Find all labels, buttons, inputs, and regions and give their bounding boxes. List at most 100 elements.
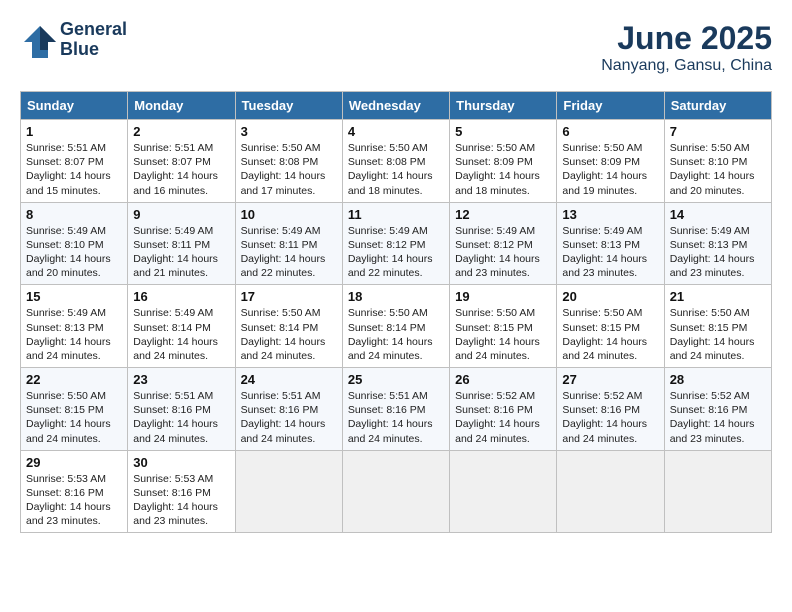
calendar-day: 23 Sunrise: 5:51 AMSunset: 8:16 PMDayligh…: [128, 368, 235, 451]
month-title: June 2025: [601, 20, 772, 57]
col-header-monday: Monday: [128, 92, 235, 120]
calendar-day: [450, 450, 557, 533]
calendar-day: 25Sunrise: 5:51 AMSunset: 8:16 PMDayligh…: [342, 368, 449, 451]
calendar-day: 6 Sunrise: 5:50 AMSunset: 8:09 PMDaylight…: [557, 120, 664, 203]
calendar-day: 29 Sunrise: 5:53 AMSunset: 8:16 PMDayligh…: [21, 450, 128, 533]
calendar-day: 17Sunrise: 5:50 AMSunset: 8:14 PMDayligh…: [235, 285, 342, 368]
calendar-day: 1Sunrise: 5:51 AMSunset: 8:07 PMDaylight…: [21, 120, 128, 203]
day-number: 9: [133, 207, 229, 222]
calendar-week-5: 29 Sunrise: 5:53 AMSunset: 8:16 PMDayligh…: [21, 450, 772, 533]
day-number: 29: [26, 455, 122, 470]
day-info: Sunrise: 5:51 AMSunset: 8:16 PMDaylight:…: [348, 389, 444, 446]
calendar-table: SundayMondayTuesdayWednesdayThursdayFrid…: [20, 91, 772, 533]
col-header-tuesday: Tuesday: [235, 92, 342, 120]
day-info: Sunrise: 5:51 AMSunset: 8:07 PMDaylight:…: [133, 141, 229, 198]
calendar-week-1: 1Sunrise: 5:51 AMSunset: 8:07 PMDaylight…: [21, 120, 772, 203]
day-info: Sunrise: 5:52 AMSunset: 8:16 PMDaylight:…: [670, 389, 766, 446]
calendar-day: 13 Sunrise: 5:49 AMSunset: 8:13 PMDayligh…: [557, 202, 664, 285]
day-number: 8: [26, 207, 122, 222]
page-header: General Blue June 2025 Nanyang, Gansu, C…: [20, 20, 772, 75]
day-number: 20: [562, 289, 658, 304]
calendar-day: 21 Sunrise: 5:50 AMSunset: 8:15 PMDayligh…: [664, 285, 771, 368]
day-info: Sunrise: 5:49 AMSunset: 8:14 PMDaylight:…: [133, 306, 229, 363]
day-info: Sunrise: 5:50 AMSunset: 8:09 PMDaylight:…: [455, 141, 551, 198]
day-number: 2: [133, 124, 229, 139]
day-info: Sunrise: 5:50 AMSunset: 8:08 PMDaylight:…: [348, 141, 444, 198]
calendar-week-4: 22Sunrise: 5:50 AMSunset: 8:15 PMDayligh…: [21, 368, 772, 451]
day-number: 3: [241, 124, 337, 139]
day-info: Sunrise: 5:50 AMSunset: 8:15 PMDaylight:…: [455, 306, 551, 363]
calendar-header-row: SundayMondayTuesdayWednesdayThursdayFrid…: [21, 92, 772, 120]
day-number: 30: [133, 455, 229, 470]
calendar-day: 30 Sunrise: 5:53 AMSunset: 8:16 PMDayligh…: [128, 450, 235, 533]
calendar-day: 22Sunrise: 5:50 AMSunset: 8:15 PMDayligh…: [21, 368, 128, 451]
day-info: Sunrise: 5:49 AMSunset: 8:13 PMDaylight:…: [562, 224, 658, 281]
day-info: Sunrise: 5:50 AMSunset: 8:14 PMDaylight:…: [348, 306, 444, 363]
calendar-day: [342, 450, 449, 533]
day-info: Sunrise: 5:53 AMSunset: 8:16 PMDaylight:…: [133, 472, 229, 529]
logo: General Blue: [20, 20, 127, 60]
col-header-friday: Friday: [557, 92, 664, 120]
col-header-wednesday: Wednesday: [342, 92, 449, 120]
day-number: 28: [670, 372, 766, 387]
calendar-day: 3 Sunrise: 5:50 AMSunset: 8:08 PMDaylight…: [235, 120, 342, 203]
day-info: Sunrise: 5:49 AMSunset: 8:11 PMDaylight:…: [133, 224, 229, 281]
calendar-day: 24 Sunrise: 5:51 AMSunset: 8:16 PMDayligh…: [235, 368, 342, 451]
day-info: Sunrise: 5:51 AMSunset: 8:16 PMDaylight:…: [241, 389, 337, 446]
day-number: 13: [562, 207, 658, 222]
calendar-day: 26 Sunrise: 5:52 AMSunset: 8:16 PMDayligh…: [450, 368, 557, 451]
calendar-day: 4Sunrise: 5:50 AMSunset: 8:08 PMDaylight…: [342, 120, 449, 203]
calendar-day: 7 Sunrise: 5:50 AMSunset: 8:10 PMDaylight…: [664, 120, 771, 203]
day-info: Sunrise: 5:49 AMSunset: 8:12 PMDaylight:…: [348, 224, 444, 281]
location-title: Nanyang, Gansu, China: [601, 57, 772, 75]
logo-icon: [20, 22, 56, 58]
day-info: Sunrise: 5:51 AMSunset: 8:07 PMDaylight:…: [26, 141, 122, 198]
calendar-week-3: 15 Sunrise: 5:49 AMSunset: 8:13 PMDayligh…: [21, 285, 772, 368]
calendar-week-2: 8 Sunrise: 5:49 AMSunset: 8:10 PMDaylight…: [21, 202, 772, 285]
calendar-day: 19 Sunrise: 5:50 AMSunset: 8:15 PMDayligh…: [450, 285, 557, 368]
day-number: 18: [348, 289, 444, 304]
calendar-day: 18 Sunrise: 5:50 AMSunset: 8:14 PMDayligh…: [342, 285, 449, 368]
calendar-day: 10Sunrise: 5:49 AMSunset: 8:11 PMDayligh…: [235, 202, 342, 285]
calendar-day: 20 Sunrise: 5:50 AMSunset: 8:15 PMDayligh…: [557, 285, 664, 368]
day-number: 26: [455, 372, 551, 387]
day-number: 14: [670, 207, 766, 222]
day-info: Sunrise: 5:50 AMSunset: 8:15 PMDaylight:…: [562, 306, 658, 363]
day-number: 21: [670, 289, 766, 304]
day-info: Sunrise: 5:52 AMSunset: 8:16 PMDaylight:…: [455, 389, 551, 446]
day-info: Sunrise: 5:53 AMSunset: 8:16 PMDaylight:…: [26, 472, 122, 529]
day-number: 27: [562, 372, 658, 387]
day-info: Sunrise: 5:49 AMSunset: 8:13 PMDaylight:…: [26, 306, 122, 363]
day-info: Sunrise: 5:50 AMSunset: 8:15 PMDaylight:…: [670, 306, 766, 363]
day-info: Sunrise: 5:50 AMSunset: 8:09 PMDaylight:…: [562, 141, 658, 198]
calendar-day: 15 Sunrise: 5:49 AMSunset: 8:13 PMDayligh…: [21, 285, 128, 368]
day-number: 5: [455, 124, 551, 139]
calendar-day: 2 Sunrise: 5:51 AMSunset: 8:07 PMDaylight…: [128, 120, 235, 203]
calendar-day: [557, 450, 664, 533]
calendar-day: [664, 450, 771, 533]
calendar-day: 11 Sunrise: 5:49 AMSunset: 8:12 PMDayligh…: [342, 202, 449, 285]
calendar-day: 5 Sunrise: 5:50 AMSunset: 8:09 PMDaylight…: [450, 120, 557, 203]
col-header-saturday: Saturday: [664, 92, 771, 120]
day-info: Sunrise: 5:49 AMSunset: 8:11 PMDaylight:…: [241, 224, 337, 281]
calendar-day: 12Sunrise: 5:49 AMSunset: 8:12 PMDayligh…: [450, 202, 557, 285]
day-number: 7: [670, 124, 766, 139]
day-number: 6: [562, 124, 658, 139]
day-number: 11: [348, 207, 444, 222]
day-number: 15: [26, 289, 122, 304]
day-info: Sunrise: 5:51 AMSunset: 8:16 PMDaylight:…: [133, 389, 229, 446]
calendar-day: 27 Sunrise: 5:52 AMSunset: 8:16 PMDayligh…: [557, 368, 664, 451]
calendar-day: 9 Sunrise: 5:49 AMSunset: 8:11 PMDaylight…: [128, 202, 235, 285]
col-header-sunday: Sunday: [21, 92, 128, 120]
calendar-day: 28 Sunrise: 5:52 AMSunset: 8:16 PMDayligh…: [664, 368, 771, 451]
day-info: Sunrise: 5:50 AMSunset: 8:10 PMDaylight:…: [670, 141, 766, 198]
day-number: 23: [133, 372, 229, 387]
day-info: Sunrise: 5:49 AMSunset: 8:10 PMDaylight:…: [26, 224, 122, 281]
day-number: 24: [241, 372, 337, 387]
col-header-thursday: Thursday: [450, 92, 557, 120]
day-number: 19: [455, 289, 551, 304]
day-number: 12: [455, 207, 551, 222]
day-number: 16: [133, 289, 229, 304]
day-info: Sunrise: 5:50 AMSunset: 8:08 PMDaylight:…: [241, 141, 337, 198]
day-info: Sunrise: 5:52 AMSunset: 8:16 PMDaylight:…: [562, 389, 658, 446]
